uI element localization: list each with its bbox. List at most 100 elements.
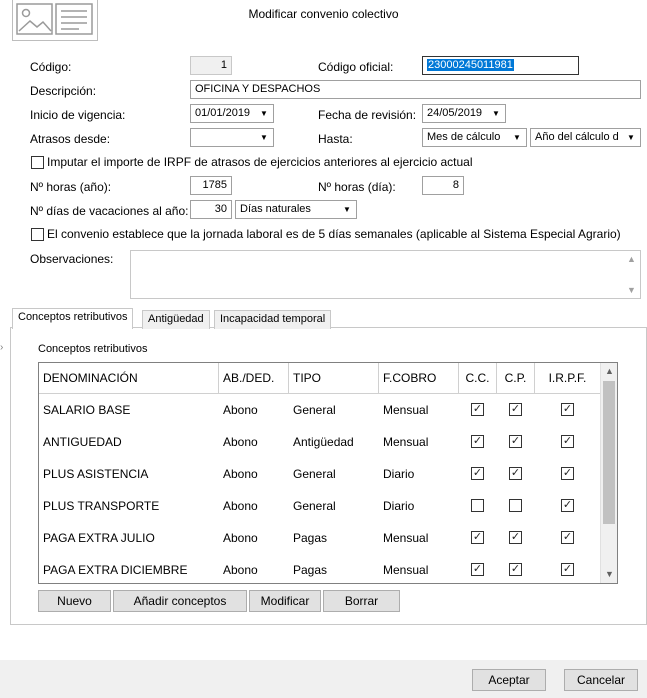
table-cell-denominacion: PLUS ASISTENCIA (43, 467, 149, 481)
table-checkbox-cp[interactable]: ✓ (509, 563, 522, 576)
atrasos-select[interactable]: ▼ (190, 128, 274, 147)
chevron-down-icon[interactable]: ▼ (511, 129, 523, 146)
fecha-revision-field[interactable]: 24/05/2019 ▼ (422, 104, 506, 123)
scroll-up-icon[interactable]: ▲ (623, 254, 640, 264)
horas-dia-field[interactable]: 8 (422, 176, 464, 195)
tab-incapacidad-temporal[interactable]: Incapacidad temporal (214, 310, 332, 329)
table-cell-abded: Abono (223, 531, 258, 545)
observaciones-scrollbar[interactable]: ▲ ▼ (623, 251, 640, 298)
hasta-mes-select[interactable]: Mes de cálculo ▼ (422, 128, 527, 147)
table-checkbox-cc[interactable]: ✓ (471, 563, 484, 576)
hasta-anio-select[interactable]: Año del cálculo d ▼ (530, 128, 641, 147)
table-cell-tipo: Pagas (293, 563, 328, 577)
table-cell-denominacion: PLUS TRANSPORTE (43, 499, 160, 513)
table-checkbox-cc[interactable] (471, 499, 484, 512)
dialog-footer (0, 660, 647, 698)
column-header[interactable]: I.R.P.F. (535, 363, 601, 394)
table-cell-fcobro: Mensual (383, 403, 429, 417)
table-checkbox-irpf[interactable]: ✓ (561, 435, 574, 448)
table-checkbox-cc[interactable]: ✓ (471, 403, 484, 416)
expand-arrow-icon: › (0, 342, 4, 353)
atrasos-label: Atrasos desde: (30, 132, 111, 146)
column-header[interactable]: TIPO (289, 363, 379, 394)
scroll-down-icon[interactable]: ▼ (623, 285, 640, 295)
horas-dia-label: Nº horas (día): (318, 180, 396, 194)
table-row[interactable]: PAGA EXTRA DICIEMBRE Abono Pagas Mensual ✓ ✓ ✓ (39, 554, 601, 583)
table-cell-fcobro: Diario (383, 499, 415, 513)
table-row[interactable]: PLUS TRANSPORTE Abono General Diario ✓ (39, 490, 601, 522)
borrar-button[interactable]: Borrar (323, 590, 400, 612)
table-cell-abded: Abono (223, 435, 258, 449)
horas-anio-label: Nº horas (año): (30, 180, 112, 194)
nuevo-button[interactable]: Nuevo (38, 590, 111, 612)
table-checkbox-irpf[interactable]: ✓ (561, 467, 574, 480)
table-cell-tipo: General (293, 467, 336, 481)
chevron-down-icon[interactable]: ▼ (258, 129, 270, 146)
table-checkbox-irpf[interactable]: ✓ (561, 531, 574, 544)
table-scrollbar[interactable]: ▲ ▼ (600, 363, 617, 583)
column-header[interactable]: C.C. (459, 363, 497, 394)
descripcion-field[interactable]: OFICINA Y DESPACHOS (190, 80, 641, 99)
column-header[interactable]: DENOMINACIÓN (39, 363, 219, 394)
conceptos-table: DENOMINACIÓN AB./DED. TIPO F.COBRO C.C. … (38, 362, 618, 584)
table-row[interactable]: ANTIGUEDAD Abono Antigüedad Mensual ✓ ✓ ✓ (39, 426, 601, 458)
table-checkbox-irpf[interactable]: ✓ (561, 403, 574, 416)
column-header[interactable]: F.COBRO (379, 363, 459, 394)
table-checkbox-cp[interactable] (509, 499, 522, 512)
observaciones-textarea[interactable]: ▲ ▼ (130, 250, 641, 299)
codigo-field[interactable]: 1 (190, 56, 232, 75)
table-row[interactable]: SALARIO BASE Abono General Mensual ✓ ✓ ✓ (39, 394, 601, 426)
chevron-down-icon[interactable]: ▼ (490, 105, 502, 122)
anadir-conceptos-button[interactable]: Añadir conceptos (113, 590, 247, 612)
tab-conceptos-retributivos[interactable]: Conceptos retributivos (12, 308, 134, 329)
codigo-oficial-field[interactable]: 23000245011981 (422, 56, 579, 75)
table-checkbox-irpf[interactable]: ✓ (561, 563, 574, 576)
column-header[interactable]: AB./DED. (219, 363, 289, 394)
table-cell-tipo: Pagas (293, 531, 328, 545)
chevron-down-icon[interactable]: ▼ (258, 105, 270, 122)
descripcion-label: Descripción: (30, 84, 97, 98)
table-cell-tipo: General (293, 499, 336, 513)
cancelar-button[interactable]: Cancelar (564, 669, 638, 691)
window-title: Modificar convenio colectivo (248, 7, 399, 21)
tab-antiguedad[interactable]: Antigüedad (142, 310, 210, 329)
table-cell-tipo: General (293, 403, 336, 417)
inicio-vigencia-field[interactable]: 01/01/2019 ▼ (190, 104, 274, 123)
fecha-revision-label: Fecha de revisión: (318, 108, 417, 122)
table-checkbox-cp[interactable]: ✓ (509, 531, 522, 544)
hasta-mes-value: Mes de cálculo (427, 131, 501, 143)
scroll-up-icon[interactable]: ▲ (601, 363, 617, 380)
table-checkbox-irpf[interactable]: ✓ (561, 499, 574, 512)
chevron-down-icon[interactable]: ▼ (341, 201, 353, 218)
table-checkbox-cc[interactable]: ✓ (471, 467, 484, 480)
irpf-atrasos-label: Imputar el importe de IRPF de atrasos de… (47, 155, 473, 169)
observaciones-label: Observaciones: (30, 252, 114, 266)
horas-anio-field[interactable]: 1785 (190, 176, 232, 195)
table-checkbox-cc[interactable]: ✓ (471, 435, 484, 448)
table-row[interactable]: PAGA EXTRA JULIO Abono Pagas Mensual ✓ ✓ ✓ (39, 522, 601, 554)
table-checkbox-cp[interactable]: ✓ (509, 435, 522, 448)
scroll-thumb[interactable] (603, 381, 615, 524)
jornada-5-dias-label: El convenio establece que la jornada lab… (47, 227, 621, 241)
table-checkbox-cc[interactable]: ✓ (471, 531, 484, 544)
vacaciones-field[interactable]: 30 (190, 200, 232, 219)
irpf-atrasos-checkbox[interactable] (31, 156, 44, 169)
table-cell-abded: Abono (223, 563, 258, 577)
scroll-down-icon[interactable]: ▼ (601, 566, 617, 583)
modificar-button[interactable]: Modificar (249, 590, 321, 612)
codigo-oficial-label: Código oficial: (318, 60, 394, 74)
table-cell-denominacion: PAGA EXTRA DICIEMBRE (43, 563, 188, 577)
codigo-label: Código: (30, 60, 72, 74)
table-cell-fcobro: Mensual (383, 531, 429, 545)
chevron-down-icon[interactable]: ▼ (625, 129, 637, 146)
table-row[interactable]: PLUS ASISTENCIA Abono General Diario ✓ ✓ ✓ (39, 458, 601, 490)
table-checkbox-cp[interactable]: ✓ (509, 467, 522, 480)
vacaciones-tipo-select[interactable]: Días naturales ▼ (235, 200, 357, 219)
table-cell-fcobro: Mensual (383, 563, 429, 577)
table-cell-denominacion: PAGA EXTRA JULIO (43, 531, 155, 545)
table-checkbox-cp[interactable]: ✓ (509, 403, 522, 416)
inicio-vigencia-label: Inicio de vigencia: (30, 108, 126, 122)
aceptar-button[interactable]: Aceptar (472, 669, 546, 691)
column-header[interactable]: C.P. (497, 363, 535, 394)
jornada-5-dias-checkbox[interactable] (31, 228, 44, 241)
